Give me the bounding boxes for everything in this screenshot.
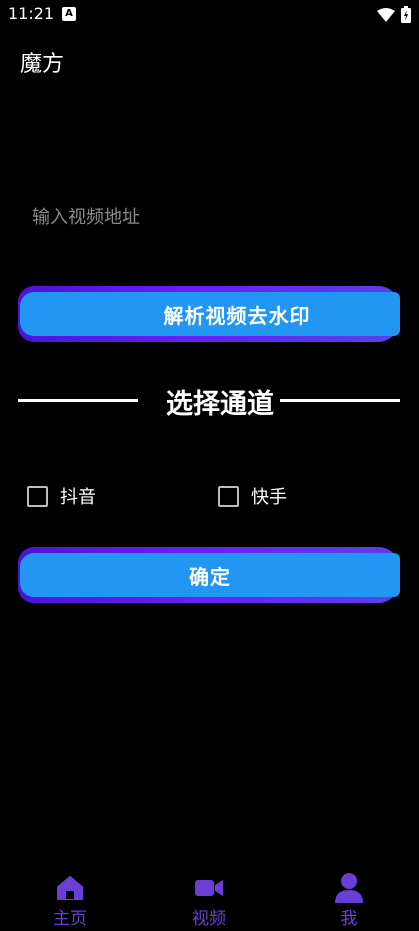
divider-line-left — [18, 399, 138, 402]
nav-label-me: 我 — [340, 909, 358, 929]
douyin-label: 抖音 — [60, 487, 96, 508]
parse-button-label: 解析视频去水印 — [20, 292, 400, 336]
divider-line-right — [280, 399, 400, 402]
channel-section-header: 选择通道 — [18, 380, 400, 420]
battery-icon — [401, 6, 411, 23]
nav-item-video[interactable]: 视频 — [159, 872, 259, 930]
nav-label-video: 视频 — [192, 909, 226, 929]
nav-item-home[interactable]: 主页 — [20, 872, 120, 930]
status-bar: 11:21 A — [0, 0, 419, 30]
kuaishou-label: 快手 — [251, 487, 287, 508]
kuaishou-checkbox[interactable] — [218, 485, 239, 507]
parse-video-button[interactable]: 解析视频去水印 — [18, 286, 400, 342]
channel-section-title: 选择通道 — [166, 389, 274, 420]
confirm-button[interactable]: 确定 — [18, 547, 400, 603]
notification-app-icon: A — [62, 7, 76, 21]
nav-item-me[interactable]: 我 — [299, 872, 399, 930]
channel-option-kuaishou[interactable]: 快手 — [218, 483, 287, 509]
douyin-checkbox[interactable] — [27, 485, 48, 507]
nav-label-home: 主页 — [53, 909, 87, 929]
wifi-icon — [377, 7, 395, 22]
channel-option-douyin[interactable]: 抖音 — [27, 483, 96, 509]
status-indicators — [377, 6, 411, 23]
status-time: 11:21 — [8, 4, 55, 23]
confirm-button-label: 确定 — [20, 553, 400, 597]
video-camera-icon — [195, 872, 223, 904]
video-url-input[interactable] — [18, 192, 400, 242]
person-icon — [335, 872, 363, 904]
app-title: 魔方 — [20, 52, 65, 77]
home-icon — [57, 872, 83, 904]
bottom-navigation: 主页 视频 我 — [0, 866, 419, 931]
